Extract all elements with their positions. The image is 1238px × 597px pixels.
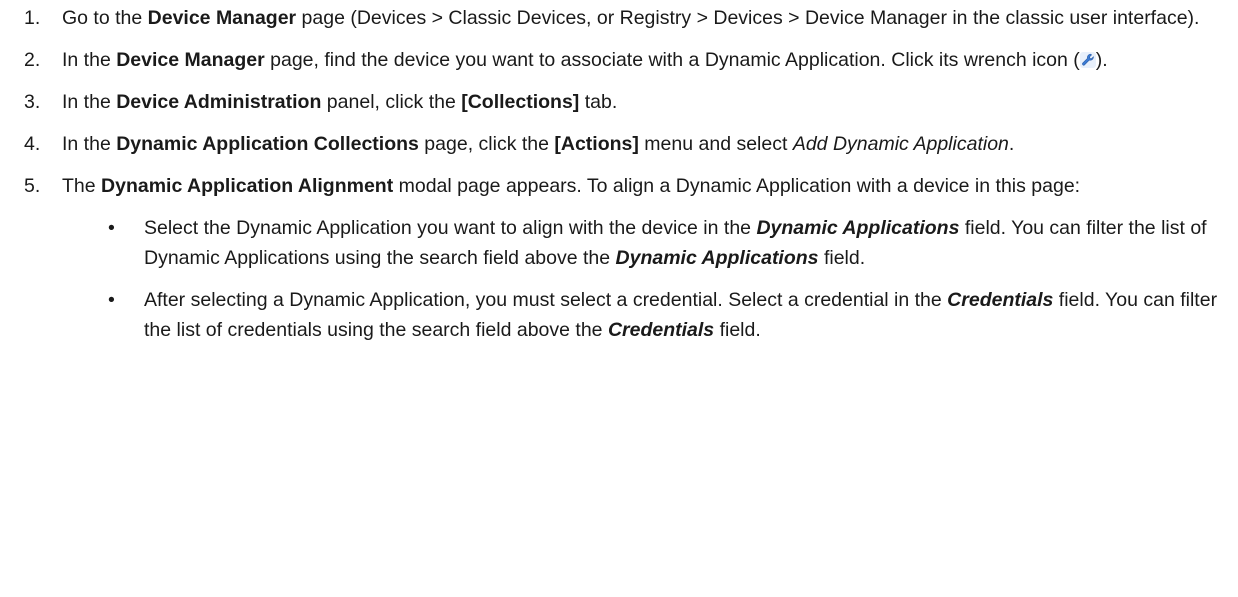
step-number: 5. (24, 175, 41, 197)
bullet-item-2: • After selecting a Dynamic Application,… (62, 285, 1218, 345)
field-reference: Credentials (947, 289, 1054, 311)
step-text: In the (62, 91, 117, 113)
step-number: 1. (24, 7, 41, 29)
step-text: . (1008, 133, 1015, 155)
step-number: 3. (24, 91, 41, 113)
step-item-4: 4. In the Dynamic Application Collection… (24, 129, 1218, 159)
field-reference: Dynamic Applications (756, 217, 960, 239)
instructions-document: 1. Go to the Device Manager page (Device… (0, 0, 1238, 597)
step-text: page, find the device you want to associ… (264, 49, 1080, 71)
step-text: In the (62, 133, 117, 155)
step-text: panel, click the (321, 91, 462, 113)
step-item-1: 1. Go to the Device Manager page (Device… (24, 3, 1218, 33)
bullet-item-1: • Select the Dynamic Application you wan… (62, 213, 1218, 273)
ui-reference: Device Manager (116, 49, 265, 71)
bullet-text: Select the Dynamic Application you want … (144, 217, 757, 239)
ui-reference: Dynamic Application Alignment (101, 175, 394, 197)
field-reference: Dynamic Applications (615, 247, 819, 269)
ui-reference: Device Manager (147, 7, 297, 29)
wrench-icon (1079, 47, 1096, 68)
step-text: In the (62, 49, 117, 71)
step-text: page (Devices > Classic Devices, or Regi… (296, 7, 1200, 29)
step-text: tab. (579, 91, 618, 113)
bullet-symbol: • (108, 289, 115, 311)
bullet-text: After selecting a Dynamic Application, y… (144, 289, 948, 311)
ui-reference: [Collections] (461, 91, 580, 113)
step-text: page, click the (418, 133, 555, 155)
menu-option-reference: Add Dynamic Application (792, 133, 1009, 155)
sub-steps-list: • Select the Dynamic Application you wan… (62, 213, 1218, 345)
step-text: menu and select (638, 133, 793, 155)
step-number: 2. (24, 49, 41, 71)
step-text: ). (1095, 49, 1108, 71)
step-text: The (62, 175, 102, 197)
bullet-symbol: • (108, 217, 115, 239)
bullet-text: field. (714, 319, 761, 341)
ui-reference: [Actions] (554, 133, 639, 155)
step-text: Go to the (62, 7, 148, 29)
ui-reference: Dynamic Application Collections (116, 133, 419, 155)
field-reference: Credentials (607, 319, 715, 341)
bullet-text: field. (818, 247, 866, 269)
steps-list: 1. Go to the Device Manager page (Device… (24, 3, 1218, 345)
step-text: modal page appears. To align a Dynamic A… (393, 175, 1081, 197)
step-item-5: 5. The Dynamic Application Alignment mod… (24, 171, 1218, 345)
step-item-2: 2. In the Device Manager page, find the … (24, 45, 1218, 75)
step-number: 4. (24, 133, 41, 155)
ui-reference: Device Administration (116, 91, 322, 113)
step-item-3: 3. In the Device Administration panel, c… (24, 87, 1218, 117)
